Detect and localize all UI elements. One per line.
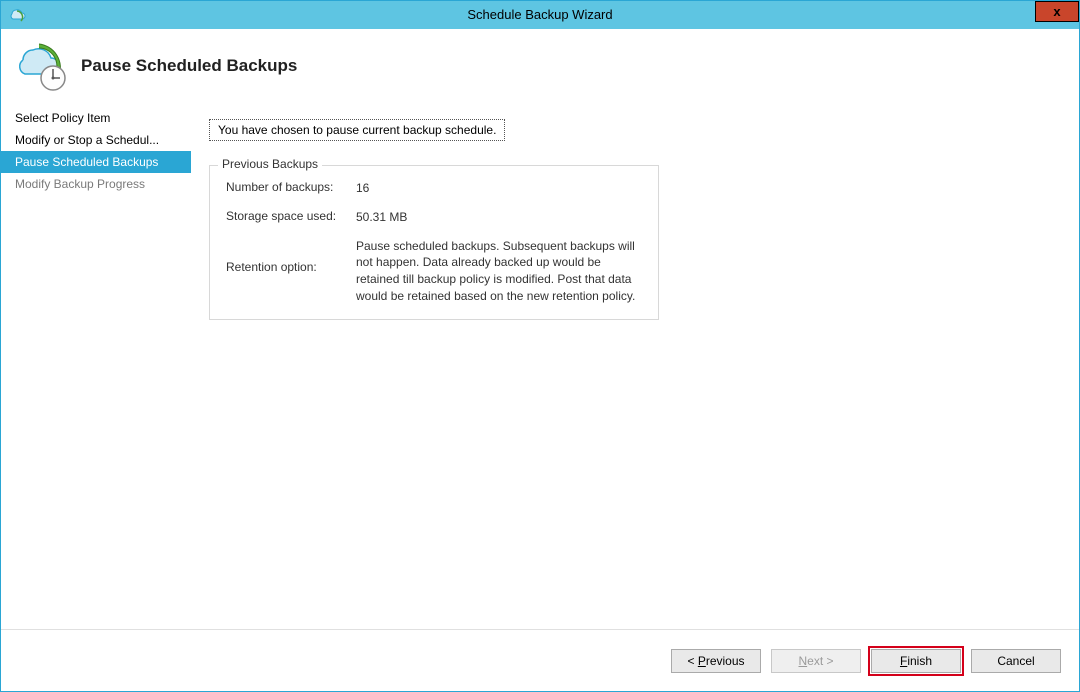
btn-text: Next > (798, 654, 833, 668)
previous-backups-group: Previous Backups Number of backups: 16 S… (209, 165, 659, 320)
wizard-content: You have chosen to pause current backup … (191, 103, 1079, 629)
btn-text: Cancel (997, 654, 1034, 668)
wizard-body: Select Policy Item Modify or Stop a Sche… (1, 103, 1079, 629)
wizard-header: Pause Scheduled Backups (1, 29, 1079, 103)
label-retention-option: Retention option: (226, 238, 356, 274)
finish-button[interactable]: Finish (871, 649, 961, 673)
next-button: Next > (771, 649, 861, 673)
value-retention-option: Pause scheduled backups. Subsequent back… (356, 238, 642, 305)
btn-text: < Previous (687, 654, 744, 668)
sidebar-item-select-policy[interactable]: Select Policy Item (1, 107, 191, 129)
label-storage-used: Storage space used: (226, 209, 356, 223)
cancel-button[interactable]: Cancel (971, 649, 1061, 673)
wizard-window: Schedule Backup Wizard x Pause Scheduled… (0, 0, 1080, 692)
confirmation-text: You have chosen to pause current backup … (209, 119, 505, 141)
sidebar-item-modify-progress: Modify Backup Progress (1, 173, 191, 195)
row-number-of-backups: Number of backups: 16 (226, 180, 642, 197)
previous-backups-legend: Previous Backups (218, 157, 322, 171)
header-icon (9, 38, 73, 94)
btn-text: Finish (900, 654, 932, 668)
value-number-of-backups: 16 (356, 180, 642, 197)
page-title: Pause Scheduled Backups (81, 56, 297, 76)
label-number-of-backups: Number of backups: (226, 180, 356, 194)
row-storage-used: Storage space used: 50.31 MB (226, 209, 642, 226)
previous-button[interactable]: < Previous (671, 649, 761, 673)
close-icon: x (1053, 4, 1060, 19)
window-title: Schedule Backup Wizard (1, 7, 1079, 22)
sidebar-item-pause-backups[interactable]: Pause Scheduled Backups (1, 151, 191, 173)
value-storage-used: 50.31 MB (356, 209, 642, 226)
titlebar: Schedule Backup Wizard x (1, 1, 1079, 29)
sidebar-item-modify-stop[interactable]: Modify or Stop a Schedul... (1, 129, 191, 151)
wizard-footer: < Previous Next > Finish Cancel (1, 629, 1079, 691)
wizard-steps-sidebar: Select Policy Item Modify or Stop a Sche… (1, 103, 191, 629)
row-retention-option: Retention option: Pause scheduled backup… (226, 238, 642, 305)
close-button[interactable]: x (1035, 1, 1079, 22)
